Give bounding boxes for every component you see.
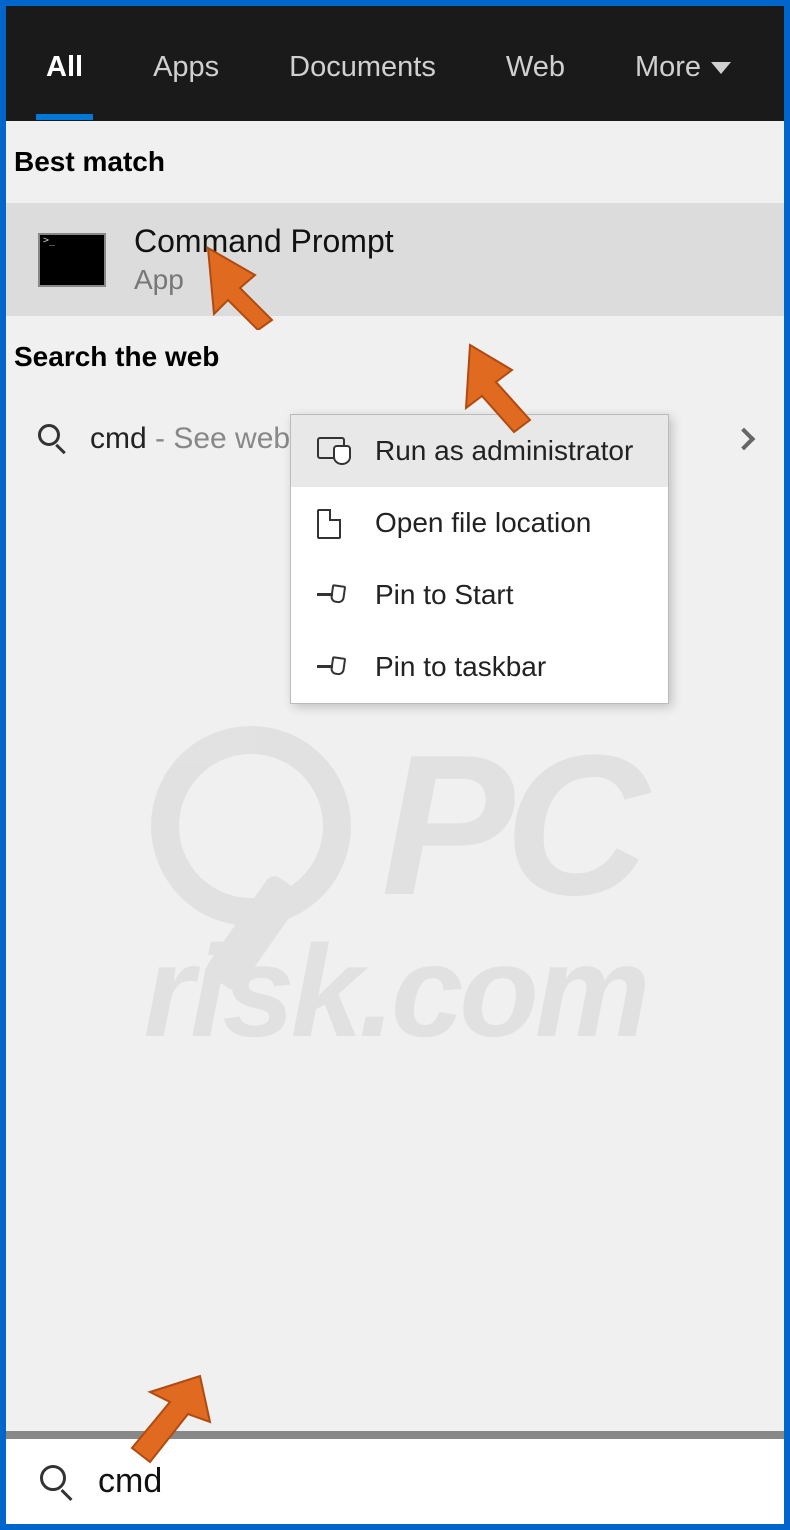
folder-icon <box>317 509 351 537</box>
menu-item-label: Pin to Start <box>375 579 514 611</box>
taskbar-search[interactable] <box>6 1439 784 1524</box>
menu-item-label: Open file location <box>375 507 591 539</box>
context-menu: Run as administrator Open file location … <box>290 414 669 704</box>
web-query: cmd <box>90 422 147 455</box>
search-icon <box>40 1465 74 1499</box>
pin-icon <box>317 653 351 681</box>
menu-run-as-admin[interactable]: Run as administrator <box>291 415 668 487</box>
chevron-right-icon <box>733 428 756 451</box>
section-search-web-label: Search the web <box>6 316 784 398</box>
web-suffix: - See web <box>147 422 290 455</box>
search-panel: All Apps Documents Web More Best match C… <box>6 6 784 1524</box>
tab-all[interactable]: All <box>36 13 93 114</box>
admin-shield-icon <box>317 437 351 465</box>
chevron-down-icon <box>711 62 731 74</box>
taskbar-divider <box>6 1431 784 1439</box>
tab-more[interactable]: More <box>625 13 741 114</box>
tab-documents[interactable]: Documents <box>279 13 446 114</box>
web-result-text: cmd - See web <box>90 422 290 456</box>
result-title: Command Prompt <box>134 223 394 260</box>
tab-apps[interactable]: Apps <box>143 13 229 114</box>
menu-open-file-location[interactable]: Open file location <box>291 487 668 559</box>
result-text: Command Prompt App <box>134 223 394 296</box>
menu-pin-to-start[interactable]: Pin to Start <box>291 559 668 631</box>
search-input[interactable] <box>98 1462 750 1501</box>
command-prompt-icon <box>38 233 106 287</box>
menu-item-label: Run as administrator <box>375 435 633 467</box>
results-area: Best match Command Prompt App Search the… <box>6 121 784 1431</box>
tab-web[interactable]: Web <box>496 13 575 114</box>
best-match-result[interactable]: Command Prompt App <box>6 203 784 316</box>
menu-pin-to-taskbar[interactable]: Pin to taskbar <box>291 631 668 703</box>
menu-item-label: Pin to taskbar <box>375 651 546 683</box>
tab-bar: All Apps Documents Web More <box>6 6 784 121</box>
search-icon <box>38 424 68 454</box>
pin-icon <box>317 581 351 609</box>
tab-more-label: More <box>635 51 701 84</box>
section-best-match-label: Best match <box>6 121 784 203</box>
result-subtitle: App <box>134 264 394 296</box>
